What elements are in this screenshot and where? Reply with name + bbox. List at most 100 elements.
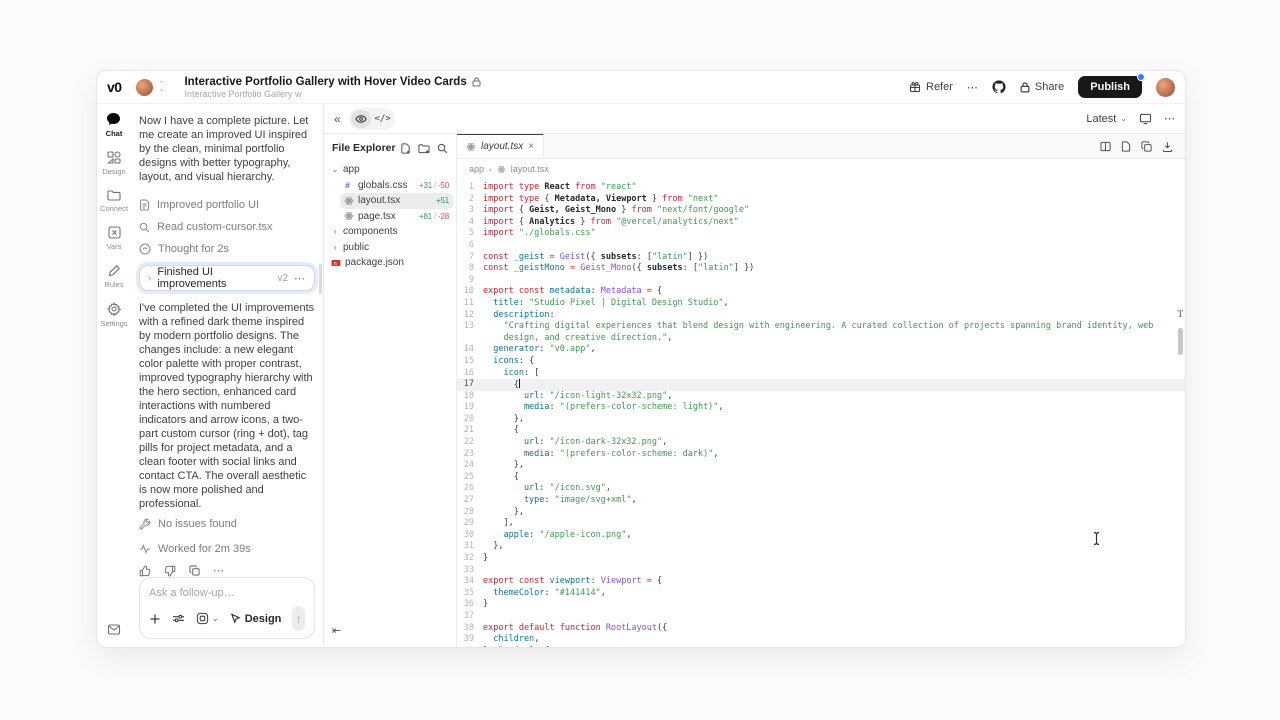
- share-button[interactable]: Share: [1020, 81, 1064, 93]
- card-more-button[interactable]: ⋯: [294, 272, 306, 285]
- device-preview-icon[interactable]: [1139, 113, 1152, 125]
- code-line[interactable]: 17 {: [457, 379, 1185, 391]
- task-step[interactable]: Thought for 2s: [139, 238, 315, 260]
- code-line[interactable]: 37: [457, 611, 1185, 623]
- code-line[interactable]: 31 },: [457, 541, 1185, 553]
- code-line[interactable]: 19 media: "(prefers-color-scheme: light)…: [457, 402, 1185, 414]
- code-line[interactable]: 25 {: [457, 472, 1185, 484]
- tree-file-package-json[interactable]: npackage.json: [327, 255, 453, 271]
- code-line[interactable]: 32}: [457, 553, 1185, 565]
- tab-layout-tsx[interactable]: layout.tsx ×: [457, 134, 544, 158]
- code-line[interactable]: 8const _geistMono = Geist_Mono({ subsets…: [457, 263, 1185, 275]
- code-line[interactable]: 38export default function RootLayout({: [457, 623, 1185, 635]
- tree-file-page-tsx[interactable]: page.tsx+81 / -28: [340, 209, 453, 225]
- preview-eye-toggle[interactable]: [351, 110, 371, 128]
- publish-button[interactable]: Publish: [1078, 76, 1142, 98]
- follow-up-input[interactable]: [149, 587, 305, 599]
- code-line[interactable]: 12 description:: [457, 310, 1185, 322]
- code-line[interactable]: 29 ],: [457, 518, 1185, 530]
- code-line[interactable]: 2import type { Metadata, Viewport } from…: [457, 194, 1185, 206]
- code-view-toggle[interactable]: </>: [373, 110, 393, 128]
- code-line[interactable]: 30 apple: "/apple-icon.png",: [457, 530, 1185, 542]
- sidebar-item-settings[interactable]: Settings: [100, 302, 127, 328]
- code-line[interactable]: 33: [457, 565, 1185, 577]
- new-folder-icon[interactable]: [418, 143, 430, 154]
- code-line[interactable]: 11 title: "Studio Pixel | Digital Design…: [457, 298, 1185, 310]
- code-line[interactable]: 9: [457, 275, 1185, 287]
- task-step[interactable]: Read custom-cursor.tsx: [139, 216, 315, 238]
- code-line[interactable]: 1import type React from "react": [457, 182, 1185, 194]
- tree-file-globals-css[interactable]: #globals.css+31 / -50: [340, 178, 453, 194]
- project-title[interactable]: Interactive Portfolio Gallery with Hover…: [184, 76, 480, 88]
- code-line[interactable]: 35 themeColor: "#141414",: [457, 588, 1185, 600]
- v0-logo[interactable]: v0: [107, 79, 122, 95]
- status-row[interactable]: No issues found: [139, 512, 315, 536]
- code-line[interactable]: 14 generator: "v0.app",: [457, 344, 1185, 356]
- editor-more-button[interactable]: ⋯: [1164, 112, 1175, 125]
- thumbs-up-icon[interactable]: [139, 565, 151, 577]
- code-line[interactable]: 34export const viewport: Viewport = {: [457, 576, 1185, 588]
- code-line[interactable]: 15 icons: {: [457, 356, 1185, 368]
- finished-ui-card[interactable]: › Finished UI improvements v2 ⋯: [139, 265, 315, 291]
- tree-dir-public[interactable]: ›public: [327, 240, 453, 256]
- collapse-panel-icon[interactable]: «: [334, 112, 341, 126]
- download-icon[interactable]: [1162, 141, 1173, 152]
- code-line[interactable]: 3import { Geist, Geist_Mono } from "next…: [457, 205, 1185, 217]
- code-line[interactable]: 20 },: [457, 414, 1185, 426]
- code-line[interactable]: 6: [457, 240, 1185, 252]
- send-button[interactable]: ↑: [292, 606, 305, 631]
- tree-dir-components[interactable]: ›components: [327, 224, 453, 240]
- code-line[interactable]: 27 type: "image/svg+xml",: [457, 495, 1185, 507]
- code-line[interactable]: 21 {: [457, 425, 1185, 437]
- code-line[interactable]: 24 },: [457, 460, 1185, 472]
- tree-dir-app[interactable]: ⌄app: [327, 162, 453, 178]
- thumbs-down-icon[interactable]: [164, 565, 176, 577]
- github-icon[interactable]: [992, 80, 1006, 94]
- scrollbar-thumb[interactable]: [1178, 328, 1183, 355]
- code-line[interactable]: 26 url: "/icon.svg",: [457, 483, 1185, 495]
- refer-button[interactable]: Refer: [909, 81, 953, 93]
- code-line[interactable]: 28 },: [457, 507, 1185, 519]
- sidebar-item-chat[interactable]: Chat: [106, 112, 123, 138]
- feedback-more-button[interactable]: ⋯: [213, 564, 224, 577]
- code-line[interactable]: 18 url: "/icon-light-32x32.png",: [457, 391, 1185, 403]
- split-view-icon[interactable]: [1100, 141, 1111, 152]
- code-line[interactable]: 36}: [457, 599, 1185, 611]
- sidebar-item-vars[interactable]: Vars: [107, 226, 122, 251]
- search-icon[interactable]: [437, 143, 448, 154]
- code-line[interactable]: 10export const metadata: Metadata = {: [457, 286, 1185, 298]
- settings-sliders-icon[interactable]: [172, 613, 185, 624]
- mail-icon[interactable]: [108, 624, 121, 635]
- status-row[interactable]: Worked for 2m 39s: [139, 537, 315, 561]
- open-file-icon[interactable]: [1121, 141, 1131, 152]
- code-line[interactable]: 22 url: "/icon-dark-32x32.png",: [457, 437, 1185, 449]
- code-line[interactable]: 40}: Readonly<{: [457, 646, 1185, 647]
- code-line[interactable]: 4import { Analytics } from "@vercel/anal…: [457, 217, 1185, 229]
- sidebar-item-design[interactable]: Design: [102, 151, 125, 176]
- code-line[interactable]: design, and creative direction.",: [457, 333, 1185, 345]
- collapse-explorer-icon[interactable]: ⇤: [332, 624, 341, 637]
- project-switcher-icon[interactable]: ⌃⌄: [159, 82, 165, 92]
- model-selector[interactable]: ⌄: [196, 612, 219, 625]
- new-file-icon[interactable]: [400, 143, 411, 154]
- attach-plus-icon[interactable]: [149, 613, 161, 625]
- sidebar-item-rules[interactable]: Rules: [104, 264, 123, 289]
- sidebar-item-connect[interactable]: Connect: [100, 189, 128, 213]
- tree-file-layout-tsx[interactable]: layout.tsx+51: [340, 193, 453, 209]
- task-step[interactable]: Improved portfolio UI: [139, 194, 315, 216]
- code-line[interactable]: 39 children,: [457, 634, 1185, 646]
- copy-icon[interactable]: [189, 565, 200, 576]
- code-line[interactable]: 7const _geist = Geist({ subsets: ["latin…: [457, 252, 1185, 264]
- close-tab-icon[interactable]: ×: [528, 141, 534, 152]
- user-avatar[interactable]: [1156, 78, 1175, 97]
- copy-code-icon[interactable]: [1141, 141, 1152, 152]
- code-line[interactable]: 23 media: "(prefers-color-scheme: dark)"…: [457, 449, 1185, 461]
- chat-scrollbar[interactable]: [319, 264, 322, 294]
- code-line[interactable]: 13 "Crafting digital experiences that bl…: [457, 321, 1185, 333]
- design-mode-button[interactable]: Design: [230, 613, 282, 625]
- header-more-button[interactable]: ⋯: [967, 81, 978, 94]
- project-avatar[interactable]: [136, 79, 153, 96]
- editor-scrollbar[interactable]: T: [1178, 309, 1184, 355]
- version-selector[interactable]: Latest⌄: [1086, 113, 1127, 125]
- code-editor[interactable]: 1import type React from "react"2import t…: [457, 179, 1185, 647]
